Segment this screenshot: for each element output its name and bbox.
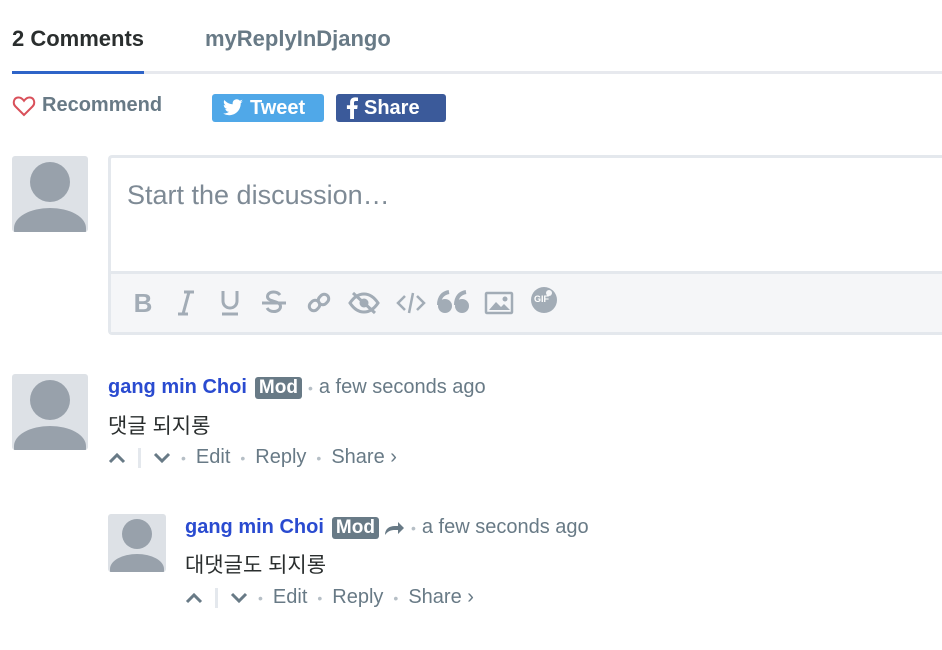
share-actions: Recommend Tweet Share [12, 94, 612, 124]
link-icon[interactable] [305, 288, 333, 318]
edit-link[interactable]: Edit [273, 586, 307, 609]
code-icon[interactable] [395, 288, 427, 318]
vote-divider [138, 447, 141, 468]
tab-community[interactable]: myReplyInDjango [205, 26, 391, 52]
avatar-head [30, 380, 70, 420]
spoiler-icon[interactable] [347, 288, 381, 318]
discussion-input[interactable]: Start the discussion… [127, 180, 390, 211]
separator-dot: • [393, 589, 399, 606]
comment-composer[interactable]: Start the discussion… B GIF [108, 155, 942, 335]
avatar-body [110, 554, 164, 572]
format-toolbar: B GIF [111, 271, 942, 332]
edit-link[interactable]: Edit [196, 446, 230, 469]
downvote-icon[interactable] [230, 592, 248, 604]
separator-dot: • [410, 519, 416, 536]
gif-label: GIF [534, 294, 549, 304]
gif-icon[interactable]: GIF [529, 285, 559, 315]
reply-timestamp[interactable]: a few seconds ago [422, 516, 589, 539]
image-icon[interactable] [483, 288, 515, 318]
bold-icon[interactable]: B [129, 288, 157, 318]
mod-badge: Mod [254, 376, 302, 399]
tabs-divider [12, 71, 942, 74]
comment-header: gang min Choi Mod • a few seconds ago [108, 376, 486, 399]
tweet-button[interactable]: Tweet [212, 94, 324, 122]
reply-footer: • Edit • Reply • Share › [185, 586, 474, 609]
separator-dot: • [317, 589, 323, 606]
separator-dot: • [240, 449, 246, 466]
upvote-icon[interactable] [185, 592, 203, 604]
reply-link[interactable]: Reply [255, 446, 306, 469]
recommend-button[interactable]: Recommend [12, 94, 162, 117]
reply-author[interactable]: gang min Choi [185, 516, 324, 539]
mod-badge: Mod [331, 516, 379, 539]
reply-avatar[interactable] [108, 514, 166, 572]
reply-text: 대댓글도 되지롱 [185, 554, 327, 577]
avatar-body [14, 208, 86, 232]
comment-author[interactable]: gang min Choi [108, 376, 247, 399]
separator-dot: • [307, 379, 313, 396]
share-link[interactable]: Share › [331, 446, 397, 469]
strikethrough-icon[interactable] [259, 288, 289, 318]
reply-link[interactable]: Reply [332, 586, 383, 609]
separator-dot: • [258, 589, 263, 606]
twitter-icon [223, 99, 243, 116]
quote-icon[interactable] [437, 288, 471, 318]
downvote-icon[interactable] [153, 452, 171, 464]
heart-icon [12, 95, 36, 116]
share-label: Share [364, 96, 420, 119]
recommend-label: Recommend [42, 94, 163, 116]
reply-header: gang min Choi Mod • a few seconds ago [185, 516, 589, 539]
upvote-icon[interactable] [108, 452, 126, 464]
tweet-label: Tweet [250, 96, 306, 119]
facebook-share-button[interactable]: Share [336, 94, 446, 122]
comment-text: 댓글 되지롱 [108, 415, 211, 438]
underline-icon[interactable] [217, 288, 243, 318]
facebook-icon [346, 97, 358, 119]
italic-icon[interactable] [173, 288, 199, 318]
vote-divider [215, 587, 218, 608]
separator-dot: • [181, 449, 186, 466]
separator-dot: • [316, 449, 322, 466]
comment-avatar[interactable] [12, 374, 88, 450]
avatar-head [122, 519, 152, 549]
current-user-avatar[interactable] [12, 156, 88, 232]
tab-comments[interactable]: 2 Comments [12, 26, 145, 74]
avatar-body [14, 426, 86, 450]
avatar-head [30, 162, 70, 202]
comment-timestamp[interactable]: a few seconds ago [319, 376, 486, 399]
in-reply-to-icon[interactable] [383, 519, 405, 537]
comment-tabs: 2 Comments myReplyInDjango [12, 22, 942, 74]
comment-footer: • Edit • Reply • Share › [108, 446, 397, 469]
share-link[interactable]: Share › [408, 586, 474, 609]
